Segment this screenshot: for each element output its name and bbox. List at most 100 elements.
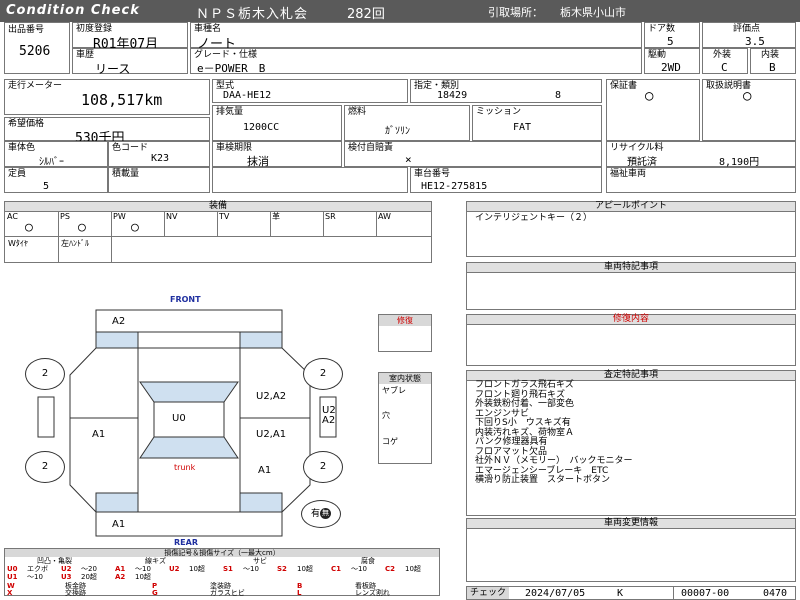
manual-value: ○ xyxy=(743,88,752,104)
spec-value-2: 8 xyxy=(555,90,562,101)
inspection-box: 車検期限 抹消 xyxy=(212,141,342,168)
legend-code: S2 xyxy=(277,565,287,573)
vehicle-history-label: 車歴 xyxy=(76,50,95,60)
diagram-right-mirror-b: A2 xyxy=(322,415,336,426)
equipment-divider xyxy=(217,212,218,236)
legend-desc: ガラスヒビ xyxy=(210,589,245,597)
drive-box: 駆動 2WD xyxy=(644,48,700,74)
equipment-value-ac: ○ xyxy=(25,220,33,235)
body-color-label: 車体色 xyxy=(8,143,36,153)
legend-code: A2 xyxy=(115,573,126,581)
inspection-label: 車検期限 xyxy=(216,143,253,153)
legend-code: U3 xyxy=(61,573,72,581)
chassis-value: HE12-275815 xyxy=(421,181,488,192)
legend-group-2: サビ xyxy=(253,557,267,565)
chassis-box: 車台番号 HE12-275815 xyxy=(410,167,602,193)
price-box: 希望価格 530千円 xyxy=(4,117,210,146)
color-code-value: K23 xyxy=(151,153,170,164)
footer-number: 0470 xyxy=(763,588,788,599)
legend-code: S1 xyxy=(223,565,233,573)
equipment-label-ac: AC xyxy=(7,212,18,221)
mission-label: ミッション xyxy=(476,107,522,117)
legend-desc: 20超 xyxy=(81,573,97,581)
capacity-box: 定員 5 xyxy=(4,167,108,193)
spare-tire-badge-no: 無 xyxy=(320,508,331,519)
damage-legend: 損傷記号＆損傷サイズ（一最大cm） 凹凸・亀裂 線キズ サビ 腐食 U0 エクボ U2 ～20… xyxy=(4,548,440,597)
warranty-label: 保証書 xyxy=(610,81,638,91)
interior-label: 内装 xyxy=(761,50,780,60)
equipment-label-革: 革 xyxy=(272,212,280,221)
legend-desc: レンズ割れ xyxy=(355,589,390,597)
header-bar: Condition Check ＮＰＳ栃木入札会 282回 引取場所： 栃木県小… xyxy=(0,0,800,22)
legend-code: U2 xyxy=(169,565,180,573)
grade-box: グレード・仕様 e－POWER B xyxy=(190,48,642,75)
manual-box: 取扱説明書 ○ xyxy=(702,79,796,141)
mission-box: ミッション FAT xyxy=(472,105,602,141)
footer-inspector: K xyxy=(617,588,624,599)
legend-code: C2 xyxy=(385,565,396,573)
lot-number-box: 出品番号 5206 xyxy=(4,22,70,74)
legend-title: 損傷記号＆損傷サイズ（一最大cm） xyxy=(5,549,439,557)
legend-desc: ～20 xyxy=(81,565,97,573)
auction-session: 282回 xyxy=(347,7,385,22)
capacity-value: 5 xyxy=(43,181,50,192)
liability-box: 検付自賠責 × xyxy=(344,141,602,167)
pickup-label: 引取場所： xyxy=(488,6,543,19)
equipment-divider xyxy=(270,212,271,236)
vehicle-history-box: 車歴 リース xyxy=(72,48,188,76)
equipment-table: AC ○ PS ○ PW ○ NV TV 革 SR AW Wﾀｲﾔ 左ﾊﾝﾄﾞﾙ xyxy=(4,211,432,263)
legend-code: U1 xyxy=(7,573,18,581)
drive-value: 2WD xyxy=(661,61,681,74)
welfare-label: 福祉車両 xyxy=(610,169,647,179)
equipment-label-ps: PS xyxy=(60,212,70,221)
diagram-left-door: A1 xyxy=(92,429,106,440)
chassis-label: 車台番号 xyxy=(414,169,451,179)
legend-code: A1 xyxy=(115,565,126,573)
mission-value: FAT xyxy=(513,122,532,133)
interior-value: B xyxy=(769,61,776,74)
footer-bar: チェック 2024/07/05 K 00007-00 0470 xyxy=(466,586,796,600)
fuel-box: 燃料 ｶﾞｿﾘﾝ xyxy=(344,105,470,141)
load-label: 積載量 xyxy=(112,169,140,179)
assessment-lines: フロントガラス飛石キズ フロント廻り飛石キズ 外装鉄粉付着、一部変色 エンジンサビ 下回… xyxy=(475,380,633,486)
tire-front-right: 2 xyxy=(303,358,343,390)
equipment-label-tv: TV xyxy=(219,212,230,221)
equipment-label-aw: AW xyxy=(378,212,391,221)
fuel-label: 燃料 xyxy=(348,107,367,117)
spec-box: 指定・類別 18429 8 xyxy=(410,79,602,103)
legend-desc: ～10 xyxy=(135,565,151,573)
warranty-value: ○ xyxy=(645,88,654,104)
diagram-front-label: FRONT xyxy=(170,295,201,304)
score-label: 評価点 xyxy=(733,24,761,34)
displacement-box: 排気量 1200CC xyxy=(212,105,342,141)
equipment-value-ps: ○ xyxy=(78,220,86,235)
diagram-trunk-label: trunk xyxy=(174,463,196,472)
fuel-value: ｶﾞｿﾘﾝ xyxy=(385,126,410,137)
exterior-box: 外装 C xyxy=(702,48,748,74)
footer-date: 2024/07/05 xyxy=(525,588,586,599)
assessment-line: 横滑り防止装置 スタートボタン xyxy=(475,475,611,485)
vehicle-history-value: リース xyxy=(95,62,131,76)
exterior-value: C xyxy=(721,61,728,74)
lot-number-label: 出品番号 xyxy=(8,25,45,35)
footer-code: 00007-00 xyxy=(681,588,730,599)
drive-label: 駆動 xyxy=(648,50,667,60)
body-color-value: ｼﾙﾊﾞｰ xyxy=(39,157,64,168)
legend-group-3: 腐食 xyxy=(361,557,375,565)
score-box: 評価点 3.5 xyxy=(702,22,796,48)
equipment-label-nv: NV xyxy=(166,212,178,221)
blank-box xyxy=(212,167,408,193)
recycle-box: リサイクル料 預託済 8,190円 xyxy=(606,141,796,168)
legend-desc: ～10 xyxy=(351,565,367,573)
legend-desc: ～10 xyxy=(27,573,43,581)
body-color-box: 車体色 ｼﾙﾊﾞｰ xyxy=(4,141,108,168)
spare-tire-badge: 有無 xyxy=(301,500,341,528)
interior-hole: 穴 xyxy=(382,411,390,420)
mileage-label: 走行メーター xyxy=(8,81,63,91)
mileage-value: 108,517km xyxy=(81,91,163,109)
displacement-value: 1200CC xyxy=(243,122,280,133)
liability-value: × xyxy=(405,153,412,166)
equipment-label-pw: PW xyxy=(113,212,126,221)
equipment-divider xyxy=(58,212,59,236)
diagram-front-bumper: A2 xyxy=(112,316,126,327)
